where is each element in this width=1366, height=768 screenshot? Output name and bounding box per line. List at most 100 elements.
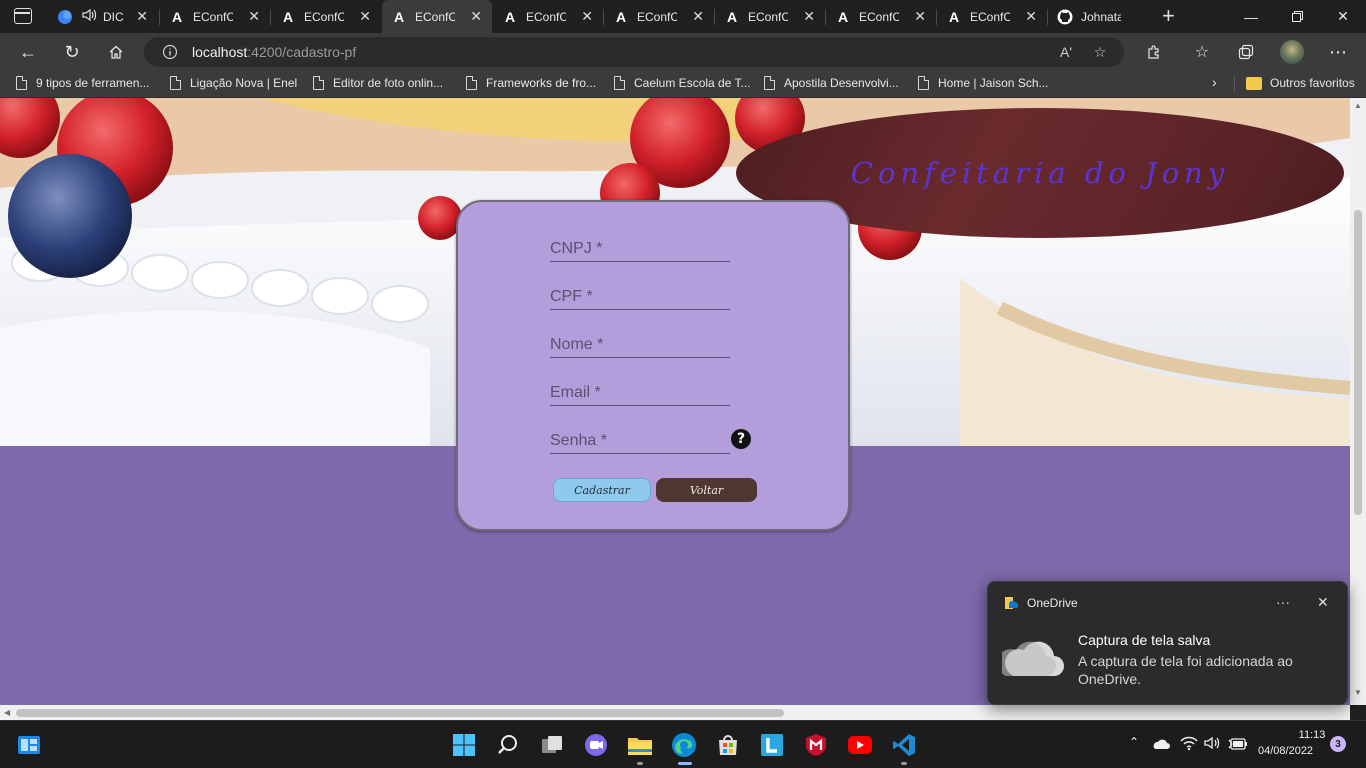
cpf-input[interactable] xyxy=(550,276,730,309)
tab-close-icon[interactable]: ✕ xyxy=(581,8,593,24)
home-icon[interactable] xyxy=(102,39,130,65)
tab-close-icon[interactable]: ✕ xyxy=(914,8,926,24)
address-bar[interactable]: localhost:4200/cadastro-pf Aʹ ☆ xyxy=(144,37,1124,67)
tab-close-icon[interactable]: ✕ xyxy=(803,8,815,24)
bookmark-item[interactable]: Home | Jaison Sch... xyxy=(918,76,1049,90)
other-favorites[interactable]: Outros favoritos xyxy=(1246,76,1355,90)
favorites-icon[interactable]: ☆ xyxy=(1188,39,1216,65)
email-field[interactable] xyxy=(550,372,730,406)
page-icon xyxy=(16,76,27,90)
cadastrar-button[interactable]: Cadastrar xyxy=(553,478,651,502)
mcafee-icon[interactable] xyxy=(803,732,829,758)
tab-github[interactable]: Johnatan xyxy=(1048,0,1158,33)
bookmark-item[interactable]: Apostila Desenvolvi... xyxy=(764,76,899,90)
tab-econfco[interactable]: A EConfCo ✕ xyxy=(493,0,603,33)
onedrive-notification[interactable]: OneDrive ··· ✕ Captura de tela salva A c… xyxy=(987,581,1348,705)
voltar-button[interactable]: Voltar xyxy=(656,478,757,502)
clock-date[interactable]: 04/08/2022 xyxy=(1258,745,1313,757)
store-icon[interactable] xyxy=(715,732,741,758)
cnpj-input[interactable] xyxy=(550,228,730,261)
cnpj-field[interactable] xyxy=(550,228,730,262)
collections-icon[interactable] xyxy=(1232,39,1260,65)
refresh-icon[interactable]: ↻ xyxy=(58,39,86,65)
widgets-icon[interactable] xyxy=(16,732,42,758)
tab-title: EConfCo xyxy=(304,9,344,24)
battery-icon[interactable] xyxy=(1228,737,1248,755)
bookmark-item[interactable]: Editor de foto onlin... xyxy=(313,76,443,90)
tab-title: EConfCo xyxy=(859,9,899,24)
tab-close-icon[interactable]: ✕ xyxy=(1025,8,1037,24)
scroll-down-icon[interactable]: ▼ xyxy=(1354,688,1362,697)
tab-dic[interactable]: DIC ✕ xyxy=(48,0,158,33)
vertical-scroll-thumb[interactable] xyxy=(1354,210,1362,515)
url-text[interactable]: localhost:4200/cadastro-pf xyxy=(192,44,356,60)
tab-econfco[interactable]: A EConfCo ✕ xyxy=(604,0,714,33)
read-aloud-icon[interactable]: Aʹ xyxy=(1056,42,1076,62)
bookmarks-bar: 9 tipos de ferramen... Ligação Nova | En… xyxy=(0,70,1366,98)
show-hidden-icons-chevron[interactable]: ⌃ xyxy=(1129,735,1139,749)
start-icon[interactable] xyxy=(451,732,477,758)
tab-close-icon[interactable]: ✕ xyxy=(248,8,260,24)
tab-close-icon[interactable]: ✕ xyxy=(470,8,482,24)
extensions-icon[interactable] xyxy=(1140,39,1168,65)
tab-strip: DIC ✕ A EConfCo ✕ A EConfCo ✕ A EConfCo … xyxy=(0,0,1366,33)
back-icon[interactable]: ← xyxy=(14,39,42,65)
info-icon[interactable] xyxy=(160,42,180,62)
notification-more-icon[interactable]: ··· xyxy=(1276,594,1290,610)
chat-icon[interactable] xyxy=(583,732,609,758)
notification-count-badge[interactable]: 3 xyxy=(1330,736,1346,752)
add-favorite-icon[interactable]: ☆ xyxy=(1090,42,1110,62)
tab-econfco[interactable]: A EConfCo ✕ xyxy=(937,0,1047,33)
tab-title: Johnatan xyxy=(1081,9,1121,24)
task-view-icon[interactable] xyxy=(539,732,565,758)
search-icon[interactable] xyxy=(495,732,521,758)
volume-icon[interactable] xyxy=(1204,735,1222,756)
close-window-icon[interactable]: ✕ xyxy=(1320,0,1366,33)
settings-more-icon[interactable]: ⋯ xyxy=(1324,39,1352,65)
senha-input[interactable] xyxy=(550,420,730,453)
tab-close-icon[interactable]: ✕ xyxy=(692,8,704,24)
horizontal-scroll-thumb[interactable] xyxy=(16,709,784,717)
bookmark-item[interactable]: 9 tipos de ferramen... xyxy=(16,76,149,90)
tab-title: EConfCo xyxy=(415,9,455,24)
tab-close-icon[interactable]: ✕ xyxy=(136,8,148,24)
onedrive-app-icon xyxy=(1004,596,1019,615)
nome-input[interactable] xyxy=(550,324,730,357)
speaker-icon[interactable] xyxy=(81,7,97,26)
app-icon xyxy=(57,9,73,25)
bookmark-item[interactable]: Caelum Escola de T... xyxy=(614,76,751,90)
scroll-up-icon[interactable]: ▲ xyxy=(1354,101,1362,110)
tab-econfco[interactable]: A EConfCo ✕ xyxy=(160,0,270,33)
cpf-field[interactable] xyxy=(550,276,730,310)
help-icon[interactable]: ? xyxy=(731,429,751,449)
vscode-icon[interactable] xyxy=(891,732,917,758)
l-app-icon[interactable] xyxy=(759,732,785,758)
clock-time[interactable]: 11:13 xyxy=(1297,729,1327,741)
senha-field[interactable] xyxy=(550,420,730,454)
file-explorer-icon[interactable] xyxy=(627,732,653,758)
youtube-icon[interactable] xyxy=(847,732,873,758)
tab-econfco[interactable]: A EConfCo ✕ xyxy=(826,0,936,33)
tab-close-icon[interactable]: ✕ xyxy=(359,8,371,24)
page-icon xyxy=(614,76,625,90)
minimize-icon[interactable]: — xyxy=(1228,0,1274,33)
edge-icon[interactable] xyxy=(671,732,697,758)
wifi-icon[interactable] xyxy=(1180,735,1198,756)
profile-avatar[interactable] xyxy=(1278,39,1306,65)
tab-econfco[interactable]: A EConfCo ✕ xyxy=(715,0,825,33)
vertical-scrollbar[interactable]: ▲ ▼ xyxy=(1350,98,1366,705)
bookmark-item[interactable]: Ligação Nova | Enel xyxy=(170,76,297,90)
more-bookmarks-chevron-icon[interactable]: › xyxy=(1212,74,1217,90)
tab-actions-icon[interactable] xyxy=(14,8,32,24)
tab-econfco-active[interactable]: A EConfCo ✕ xyxy=(382,0,492,33)
nome-field[interactable] xyxy=(550,324,730,358)
horizontal-scrollbar[interactable]: ◀ xyxy=(0,705,1350,720)
email-input[interactable] xyxy=(550,372,730,405)
tab-econfco[interactable]: A EConfCo ✕ xyxy=(271,0,381,33)
restore-icon[interactable] xyxy=(1274,0,1320,33)
scroll-left-icon[interactable]: ◀ xyxy=(4,708,10,717)
bookmark-item[interactable]: Frameworks de fro... xyxy=(466,76,596,90)
onedrive-tray-icon[interactable] xyxy=(1152,737,1170,755)
notification-close-icon[interactable]: ✕ xyxy=(1317,594,1329,611)
new-tab-icon[interactable]: + xyxy=(1162,5,1175,27)
